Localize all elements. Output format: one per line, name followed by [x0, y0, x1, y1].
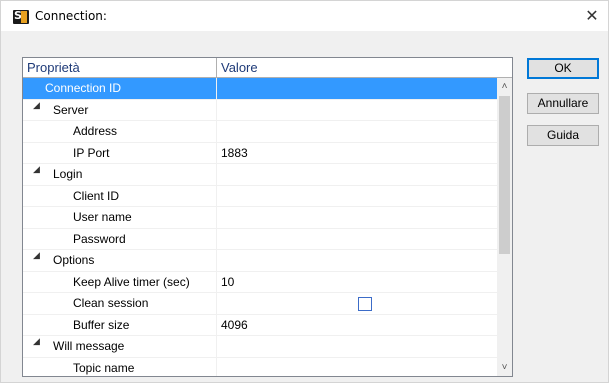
- property-value[interactable]: [217, 207, 497, 228]
- category-label: Options: [23, 250, 217, 271]
- scrollbar-thumb[interactable]: [499, 96, 510, 254]
- row-label: Address: [73, 124, 118, 138]
- scroll-up-icon[interactable]: ˄: [497, 78, 512, 95]
- property-row[interactable]: Address: [23, 121, 497, 143]
- property-value[interactable]: [217, 121, 497, 142]
- property-row[interactable]: Topic name: [23, 357, 497, 377]
- row-label: Login: [53, 167, 83, 181]
- property-name: Buffer size: [23, 314, 217, 336]
- property-value[interactable]: [217, 186, 497, 207]
- property-value: [217, 250, 497, 271]
- property-row[interactable]: Password: [23, 228, 497, 250]
- row-label: IP Port: [73, 145, 110, 160]
- property-row[interactable]: IP Port 1883: [23, 142, 497, 164]
- row-label: Server: [53, 102, 89, 117]
- category-row[interactable]: ◢ Will message: [23, 336, 497, 358]
- property-row[interactable]: Buffer size 4096: [23, 314, 497, 336]
- property-name: Address: [23, 121, 217, 142]
- scroll-down-icon[interactable]: ˅: [497, 359, 512, 376]
- column-header-property[interactable]: Proprietà: [23, 58, 217, 77]
- property-value[interactable]: [217, 78, 497, 99]
- row-label: Will message: [53, 339, 125, 353]
- category-label: Will message: [23, 336, 217, 357]
- window-title: Connection:: [35, 9, 107, 23]
- row-label: Buffer size: [73, 317, 130, 332]
- grid-header: Proprietà Valore: [23, 58, 512, 78]
- property-value[interactable]: [217, 358, 497, 377]
- property-row[interactable]: Connection ID: [23, 78, 497, 100]
- property-row[interactable]: Client ID: [23, 185, 497, 207]
- row-label: Password: [73, 231, 126, 246]
- property-name: Connection ID: [23, 78, 217, 99]
- column-header-value[interactable]: Valore: [217, 58, 497, 77]
- vertical-scrollbar[interactable]: ˄ ˅: [497, 78, 512, 376]
- row-label: Clean session: [73, 296, 149, 310]
- clean-session-checkbox[interactable]: [358, 297, 372, 311]
- property-name: User name: [23, 207, 217, 228]
- property-value: [217, 336, 497, 357]
- cancel-button[interactable]: Annullare: [527, 93, 599, 114]
- property-name: Topic name: [23, 357, 217, 376]
- category-label: Login: [23, 164, 217, 185]
- row-label: Keep Alive timer (sec): [73, 274, 190, 289]
- property-name: Password: [23, 228, 217, 250]
- category-label: Server: [23, 99, 217, 121]
- property-value[interactable]: 10: [217, 272, 497, 293]
- property-value: [217, 100, 497, 121]
- row-label: Client ID: [73, 188, 120, 203]
- row-label: Topic name: [73, 360, 135, 375]
- row-label: Options: [53, 253, 95, 267]
- property-value[interactable]: 4096: [217, 315, 497, 336]
- category-row[interactable]: ◢ Login: [23, 164, 497, 186]
- property-row[interactable]: Clean session: [23, 293, 497, 315]
- row-label: User name: [73, 210, 132, 224]
- category-row[interactable]: ◢ Server: [23, 99, 497, 121]
- property-grid[interactable]: Proprietà Valore Connection ID ◢ Server Add…: [22, 57, 513, 377]
- property-name: IP Port: [23, 142, 217, 164]
- value-text: 1883: [221, 145, 248, 160]
- value-text: 4096: [221, 317, 248, 332]
- title-bar[interactable]: S Connection: ✕: [1, 1, 608, 31]
- s1-app-icon: S: [13, 9, 29, 24]
- property-row[interactable]: User name: [23, 207, 497, 229]
- property-value[interactable]: [217, 229, 497, 250]
- connection-dialog: S Connection: ✕ Proprietà Valore Connect…: [0, 0, 609, 383]
- property-value: [217, 164, 497, 185]
- property-name: Clean session: [23, 293, 217, 314]
- property-rows: Connection ID ◢ Server Address IP Port 1883 ◢ L…: [23, 78, 497, 377]
- close-icon[interactable]: ✕: [577, 3, 607, 29]
- value-text: 10: [221, 274, 235, 289]
- property-value[interactable]: 1883: [217, 143, 497, 164]
- ok-button[interactable]: OK: [527, 58, 599, 79]
- help-button[interactable]: Guida: [527, 125, 599, 146]
- property-name: Client ID: [23, 185, 217, 207]
- property-value[interactable]: [217, 293, 497, 314]
- row-label: Connection ID: [45, 81, 122, 95]
- category-row[interactable]: ◢ Options: [23, 250, 497, 272]
- property-row[interactable]: Keep Alive timer (sec) 10: [23, 271, 497, 293]
- property-name: Keep Alive timer (sec): [23, 271, 217, 293]
